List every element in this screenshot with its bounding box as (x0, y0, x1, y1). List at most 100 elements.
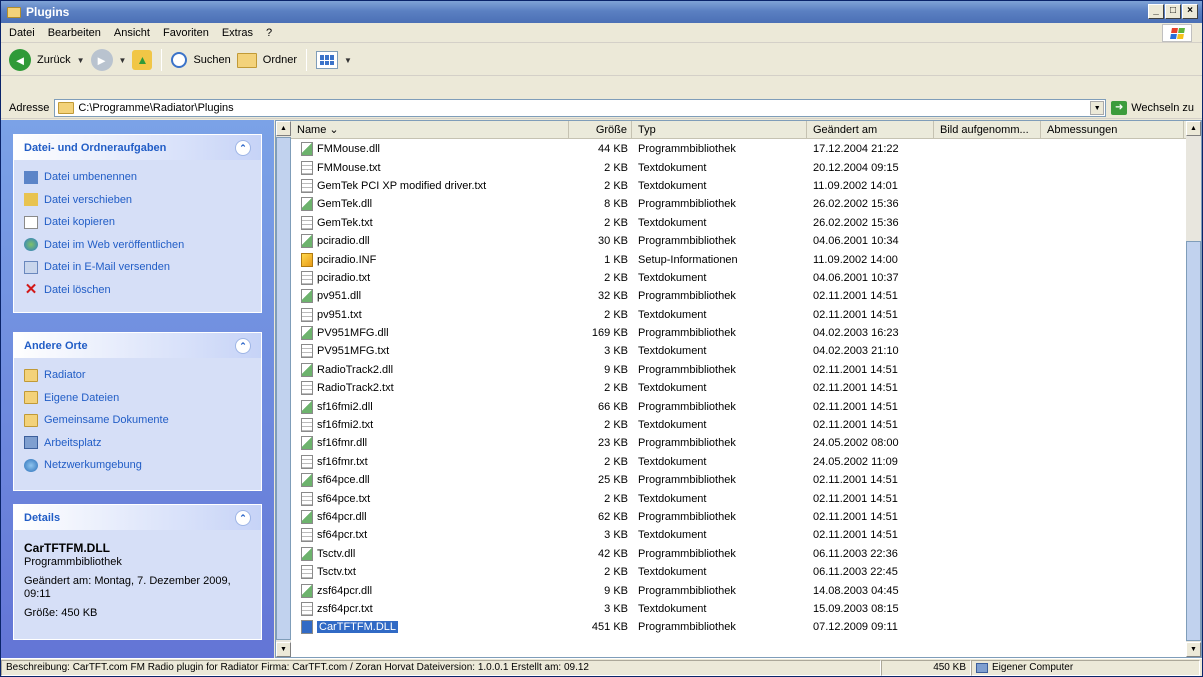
file-name-cell[interactable]: sf16fmr.dll (291, 436, 569, 451)
table-row[interactable]: pv951.dll 32 KB Programmbibliothek 02.11.20… (291, 287, 1186, 305)
column-size[interactable]: Größe (569, 121, 632, 139)
search-button-label[interactable]: Suchen (193, 54, 230, 66)
file-name-cell[interactable]: FMMouse.dll (291, 142, 569, 157)
column-modified[interactable]: Geändert am (807, 121, 934, 139)
scroll-thumb[interactable] (1186, 241, 1201, 641)
task-delete[interactable]: ✕ Datei löschen (24, 279, 251, 302)
table-row[interactable]: FMMouse.txt 2 KB Textdokument 20.12.2004 09… (291, 158, 1186, 176)
task-move[interactable]: Datei verschieben (24, 189, 251, 212)
file-name-cell[interactable]: GemTek PCI XP modified driver.txt (291, 178, 569, 193)
search-icon[interactable] (171, 52, 188, 68)
file-name-cell[interactable]: Tsctv.dll (291, 546, 569, 561)
table-row[interactable]: Tsctv.dll 42 KB Programmbibliothek 06.11.20… (291, 545, 1186, 563)
file-name-cell[interactable]: sf16fmi2.dll (291, 399, 569, 414)
collapse-chevron-icon[interactable]: ⌃ (235, 337, 251, 354)
address-field[interactable]: C:\Programme\Radiator\Plugins ▼ (54, 98, 1107, 117)
file-name-cell[interactable]: zsf64pcr.txt (291, 601, 569, 616)
forward-dropdown-icon[interactable]: ▼ (119, 56, 127, 65)
table-row[interactable]: FMMouse.dll 44 KB Programmbibliothek 17.12.… (291, 140, 1186, 158)
file-tasks-header[interactable]: Datei- und Ordneraufgaben ⌃ (14, 135, 261, 160)
task-rename[interactable]: Datei umbenennen (24, 166, 251, 189)
file-name-cell[interactable]: GemTek.dll (291, 197, 569, 212)
table-row[interactable]: sf64pcr.dll 62 KB Programmbibliothek 02.11.… (291, 508, 1186, 526)
file-name-cell[interactable]: FMMouse.txt (291, 160, 569, 175)
file-name-cell[interactable]: sf16fmi2.txt (291, 418, 569, 433)
table-row[interactable]: pciradio.dll 30 KB Programmbibliothek 04.06… (291, 232, 1186, 250)
right-scrollbar[interactable]: ▲ ▼ (1186, 121, 1201, 657)
menu-datei[interactable]: Datei (9, 27, 35, 39)
address-dropdown-icon[interactable]: ▼ (1090, 100, 1105, 115)
file-list-view[interactable]: ▲ ▼ Name ⌄ Größe Typ Geändert am Bild au… (275, 120, 1202, 658)
menu-ansicht[interactable]: Ansicht (114, 27, 150, 39)
table-row[interactable]: pciradio.txt 2 KB Textdokument 04.06.2001 1… (291, 269, 1186, 287)
table-row[interactable]: CarTFTFM.DLL 451 KB Programmbibliothek 07.1… (291, 618, 1186, 636)
file-name-cell[interactable]: sf64pce.txt (291, 491, 569, 506)
file-name-cell[interactable]: CarTFTFM.DLL (291, 620, 569, 635)
table-row[interactable]: sf64pce.dll 25 KB Programmbibliothek 02.11.… (291, 471, 1186, 489)
file-name-cell[interactable]: pv951.dll (291, 289, 569, 304)
file-name-cell[interactable]: sf16fmr.txt (291, 454, 569, 469)
file-name-cell[interactable]: pciradio.txt (291, 270, 569, 285)
table-row[interactable]: pv951.txt 2 KB Textdokument 02.11.2001 14:5… (291, 306, 1186, 324)
table-row[interactable]: sf16fmr.dll 23 KB Programmbibliothek 24.05.… (291, 434, 1186, 452)
table-row[interactable]: GemTek.dll 8 KB Programmbibliothek 26.02.20… (291, 195, 1186, 213)
file-name-cell[interactable]: pv951.txt (291, 307, 569, 322)
title-bar[interactable]: Plugins _ □ × (1, 1, 1202, 23)
folders-button-label[interactable]: Ordner (263, 54, 297, 66)
column-dimensions[interactable]: Abmessungen (1041, 121, 1184, 139)
table-row[interactable]: sf16fmr.txt 2 KB Textdokument 24.05.2002 11… (291, 453, 1186, 471)
back-dropdown-icon[interactable]: ▼ (77, 56, 85, 65)
table-row[interactable]: PV951MFG.dll 169 KB Programmbibliothek 04.0… (291, 324, 1186, 342)
file-name-cell[interactable]: pciradio.INF (291, 252, 569, 267)
column-picture-taken[interactable]: Bild aufgenomm... (934, 121, 1041, 139)
go-button[interactable]: ➜ Wechseln zu (1111, 100, 1202, 115)
table-row[interactable]: GemTek.txt 2 KB Textdokument 26.02.2002 15:… (291, 214, 1186, 232)
scroll-down-icon[interactable]: ▼ (276, 642, 291, 657)
folders-icon[interactable] (236, 52, 257, 68)
place-network[interactable]: Netzwerkumgebung (24, 454, 251, 477)
menu-favoriten[interactable]: Favoriten (163, 27, 209, 39)
scroll-down-icon[interactable]: ▼ (1186, 642, 1201, 657)
scroll-up-icon[interactable]: ▲ (276, 121, 291, 136)
menu-help[interactable]: ? (266, 27, 272, 39)
maximize-button[interactable]: □ (1165, 4, 1181, 19)
back-arrow-icon[interactable]: ◄ (9, 49, 31, 71)
file-name-cell[interactable]: Tsctv.txt (291, 565, 569, 580)
table-row[interactable]: zsf64pcr.dll 9 KB Programmbibliothek 14.08.… (291, 581, 1186, 599)
table-row[interactable]: zsf64pcr.txt 3 KB Textdokument 15.09.2003 0… (291, 600, 1186, 618)
left-scrollbar[interactable]: ▲ ▼ (276, 121, 291, 657)
file-name-cell[interactable]: sf64pcr.dll (291, 510, 569, 524)
menu-bearbeiten[interactable]: Bearbeiten (48, 27, 101, 39)
table-row[interactable]: sf64pcr.txt 3 KB Textdokument 02.11.2001 14… (291, 526, 1186, 544)
column-type[interactable]: Typ (632, 121, 807, 139)
back-button-label[interactable]: Zurück (37, 54, 71, 66)
task-email[interactable]: Datei in E-Mail versenden (24, 256, 251, 279)
table-row[interactable]: pciradio.INF 1 KB Setup-Informationen 11.09… (291, 250, 1186, 268)
task-copy[interactable]: Datei kopieren (24, 211, 251, 234)
file-name-cell[interactable]: RadioTrack2.txt (291, 381, 569, 396)
table-row[interactable]: sf16fmi2.dll 66 KB Programmbibliothek 02.11… (291, 397, 1186, 415)
file-name-cell[interactable]: GemTek.txt (291, 215, 569, 230)
file-name-cell[interactable]: RadioTrack2.dll (291, 362, 569, 377)
table-row[interactable]: PV951MFG.txt 3 KB Textdokument 04.02.2003 2… (291, 342, 1186, 360)
table-row[interactable]: RadioTrack2.dll 9 KB Programmbibliothek 02.… (291, 361, 1186, 379)
table-row[interactable]: sf64pce.txt 2 KB Textdokument 02.11.2001 14… (291, 489, 1186, 507)
table-row[interactable]: GemTek PCI XP modified driver.txt 2 KB Tex… (291, 177, 1186, 195)
task-publish-web[interactable]: Datei im Web veröffentlichen (24, 234, 251, 257)
scroll-up-icon[interactable]: ▲ (1186, 121, 1201, 136)
close-button[interactable]: × (1182, 4, 1198, 19)
file-name-cell[interactable]: PV951MFG.txt (291, 344, 569, 359)
table-row[interactable]: Tsctv.txt 2 KB Textdokument 06.11.2003 22:4… (291, 563, 1186, 581)
menu-extras[interactable]: Extras (222, 27, 253, 39)
table-row[interactable]: sf16fmi2.txt 2 KB Textdokument 02.11.2001 1… (291, 416, 1186, 434)
details-header[interactable]: Details ⌃ (14, 505, 261, 530)
collapse-chevron-icon[interactable]: ⌃ (235, 509, 251, 526)
table-row[interactable]: RadioTrack2.txt 2 KB Textdokument 02.11.200… (291, 379, 1186, 397)
file-name-cell[interactable]: pciradio.dll (291, 234, 569, 249)
forward-arrow-icon[interactable]: ► (90, 49, 113, 71)
collapse-chevron-icon[interactable]: ⌃ (235, 139, 251, 156)
file-name-cell[interactable]: PV951MFG.dll (291, 326, 569, 341)
file-name-cell[interactable]: zsf64pcr.dll (291, 583, 569, 598)
file-name-cell[interactable]: sf64pcr.txt (291, 528, 569, 543)
place-my-documents[interactable]: Eigene Dateien (24, 387, 251, 410)
